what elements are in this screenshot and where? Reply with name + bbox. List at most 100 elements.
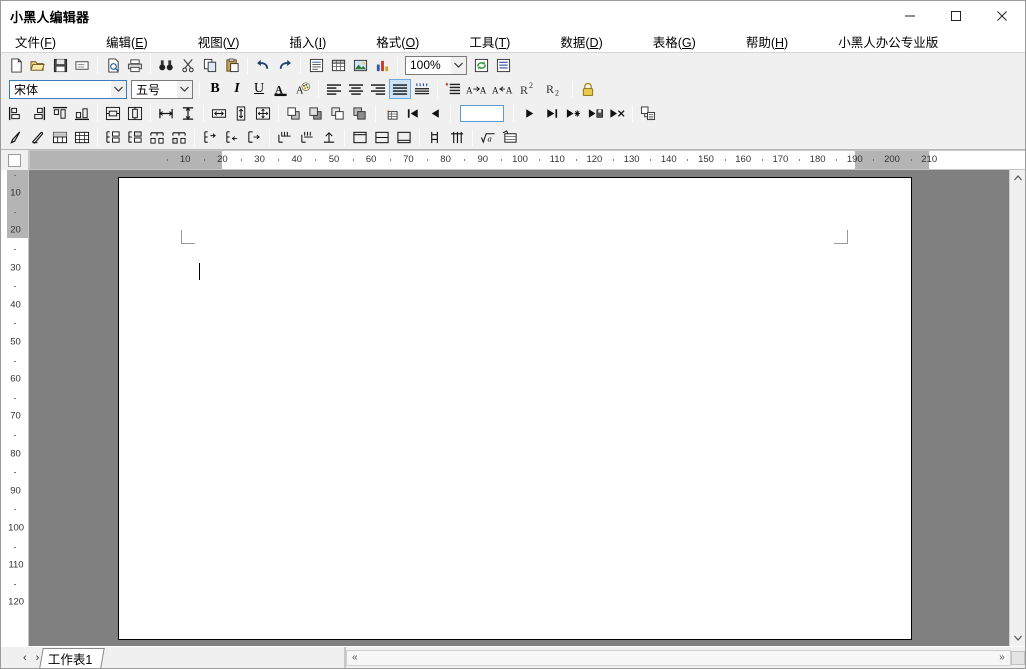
size-height-icon[interactable] [230, 103, 252, 123]
lock-icon[interactable] [577, 79, 599, 99]
merge-cells-right-icon[interactable] [199, 127, 221, 147]
auto-fit-icon[interactable] [318, 127, 340, 147]
distribute-columns-icon[interactable] [296, 127, 318, 147]
record-number-input[interactable] [460, 104, 504, 122]
distribute-rows-icon[interactable] [274, 127, 296, 147]
font-size-combo[interactable]: 五号 [131, 79, 193, 99]
split-table-vertical-icon[interactable] [424, 127, 446, 147]
center-horizontal-icon[interactable] [124, 103, 146, 123]
sort-table-icon[interactable] [499, 127, 521, 147]
chevron-down-icon[interactable] [177, 80, 192, 98]
subscript-icon[interactable]: R2 [542, 79, 568, 99]
insert-row-above-icon[interactable] [102, 127, 124, 147]
minimize-button[interactable] [887, 1, 933, 31]
increase-char-spacing-icon[interactable]: AA [464, 79, 490, 99]
new-document-icon[interactable] [5, 55, 27, 75]
menu-brand[interactable]: 小黑人办公专业版 [838, 32, 952, 51]
font-color-icon[interactable]: A [270, 79, 292, 99]
align-middle-row-icon[interactable] [371, 127, 393, 147]
properties-panel-icon[interactable] [492, 55, 514, 75]
chevron-down-icon[interactable] [111, 80, 126, 98]
document-page[interactable] [118, 177, 912, 640]
scroll-up-button[interactable] [1010, 170, 1025, 186]
menu-view[interactable]: 视图(V) [198, 32, 254, 51]
send-to-back-icon[interactable] [349, 103, 371, 123]
merge-cells-left-icon[interactable] [221, 127, 243, 147]
underline-button[interactable]: U [248, 79, 270, 99]
size-both-icon[interactable] [252, 103, 274, 123]
paste-clipboard-icon[interactable] [221, 55, 243, 75]
table-shading-icon[interactable] [49, 127, 71, 147]
next-record-icon[interactable] [518, 103, 540, 123]
insert-chart-icon[interactable] [371, 55, 393, 75]
eraser-icon[interactable] [27, 127, 49, 147]
previous-sheet-button[interactable]: ‹ [23, 652, 27, 664]
insert-column-right-icon[interactable] [168, 127, 190, 147]
close-button[interactable] [979, 1, 1025, 31]
menu-insert[interactable]: 插入(I) [289, 32, 340, 51]
space-horizontal-icon[interactable] [155, 103, 177, 123]
menu-data[interactable]: 数据(D) [560, 32, 616, 51]
text-block-icon[interactable] [305, 55, 327, 75]
superscript-icon[interactable]: R2 [516, 79, 542, 99]
send-backward-icon[interactable] [327, 103, 349, 123]
align-center-icon[interactable] [345, 79, 367, 99]
chevron-down-icon[interactable] [451, 56, 466, 74]
align-top-row-icon[interactable] [349, 127, 371, 147]
align-object-bottom-icon[interactable] [71, 103, 93, 123]
vertical-ruler[interactable]: 10 20 30 40 50 60 70 80 90 100 110 120 [1, 170, 29, 646]
save-disk-icon[interactable] [49, 55, 71, 75]
formula-sqrt-icon[interactable]: a [477, 127, 499, 147]
record-detail-icon[interactable] [637, 103, 659, 123]
refresh-icon[interactable] [470, 55, 492, 75]
find-binoculars-icon[interactable] [155, 55, 177, 75]
resize-grip[interactable] [1011, 650, 1025, 665]
table-grid-icon[interactable] [71, 127, 93, 147]
insert-row-below-icon[interactable] [124, 127, 146, 147]
sheet-tab-1[interactable]: 工作表1 [39, 648, 106, 668]
line-spacing-icon[interactable] [442, 79, 464, 99]
scroll-down-button[interactable] [1010, 630, 1025, 646]
first-record-icon[interactable] [402, 103, 424, 123]
bring-to-front-icon[interactable] [283, 103, 305, 123]
align-right-icon[interactable] [367, 79, 389, 99]
highlight-color-icon[interactable]: A [292, 79, 314, 99]
save-record-icon[interactable] [584, 103, 606, 123]
canvas-scroll-area[interactable] [29, 170, 1009, 646]
menu-table[interactable]: 表格(G) [653, 32, 710, 51]
open-folder-icon[interactable] [27, 55, 49, 75]
vertical-scroll-track[interactable] [1010, 186, 1025, 630]
insert-picture-icon[interactable] [349, 55, 371, 75]
cut-scissors-icon[interactable] [177, 55, 199, 75]
bring-forward-icon[interactable] [305, 103, 327, 123]
print-preview-page-icon[interactable] [71, 55, 93, 75]
delete-record-icon[interactable] [606, 103, 628, 123]
decrease-char-spacing-icon[interactable]: AA [490, 79, 516, 99]
space-vertical-icon[interactable] [177, 103, 199, 123]
group-objects-icon[interactable] [380, 103, 402, 123]
align-bottom-row-icon[interactable] [393, 127, 415, 147]
scroll-left-button[interactable]: « [347, 652, 363, 663]
new-record-icon[interactable] [562, 103, 584, 123]
bold-button[interactable]: B [204, 79, 226, 99]
document-canvas[interactable] [29, 170, 1025, 646]
horizontal-scrollbar[interactable]: « » [345, 649, 1011, 666]
menu-tools[interactable]: 工具(T) [469, 32, 524, 51]
previous-record-icon[interactable] [424, 103, 446, 123]
zoom-combo[interactable]: 100% [405, 55, 467, 75]
font-family-combo[interactable]: 宋体 [9, 79, 127, 99]
menu-file[interactable]: 文件(F) [15, 32, 70, 51]
copy-icon[interactable] [199, 55, 221, 75]
insert-table-icon[interactable] [327, 55, 349, 75]
select-all-corner-icon[interactable] [1, 150, 29, 170]
distribute-text-icon[interactable] [411, 79, 433, 99]
menu-format[interactable]: 格式(O) [376, 32, 433, 51]
split-table-horizontal-icon[interactable] [446, 127, 468, 147]
scroll-right-button[interactable]: » [994, 652, 1010, 663]
center-vertical-icon[interactable] [102, 103, 124, 123]
menu-edit[interactable]: 编辑(E) [106, 32, 162, 51]
undo-arrow-icon[interactable] [252, 55, 274, 75]
align-object-left-icon[interactable] [5, 103, 27, 123]
next-sheet-button[interactable]: › [36, 652, 40, 664]
italic-button[interactable]: I [226, 79, 248, 99]
